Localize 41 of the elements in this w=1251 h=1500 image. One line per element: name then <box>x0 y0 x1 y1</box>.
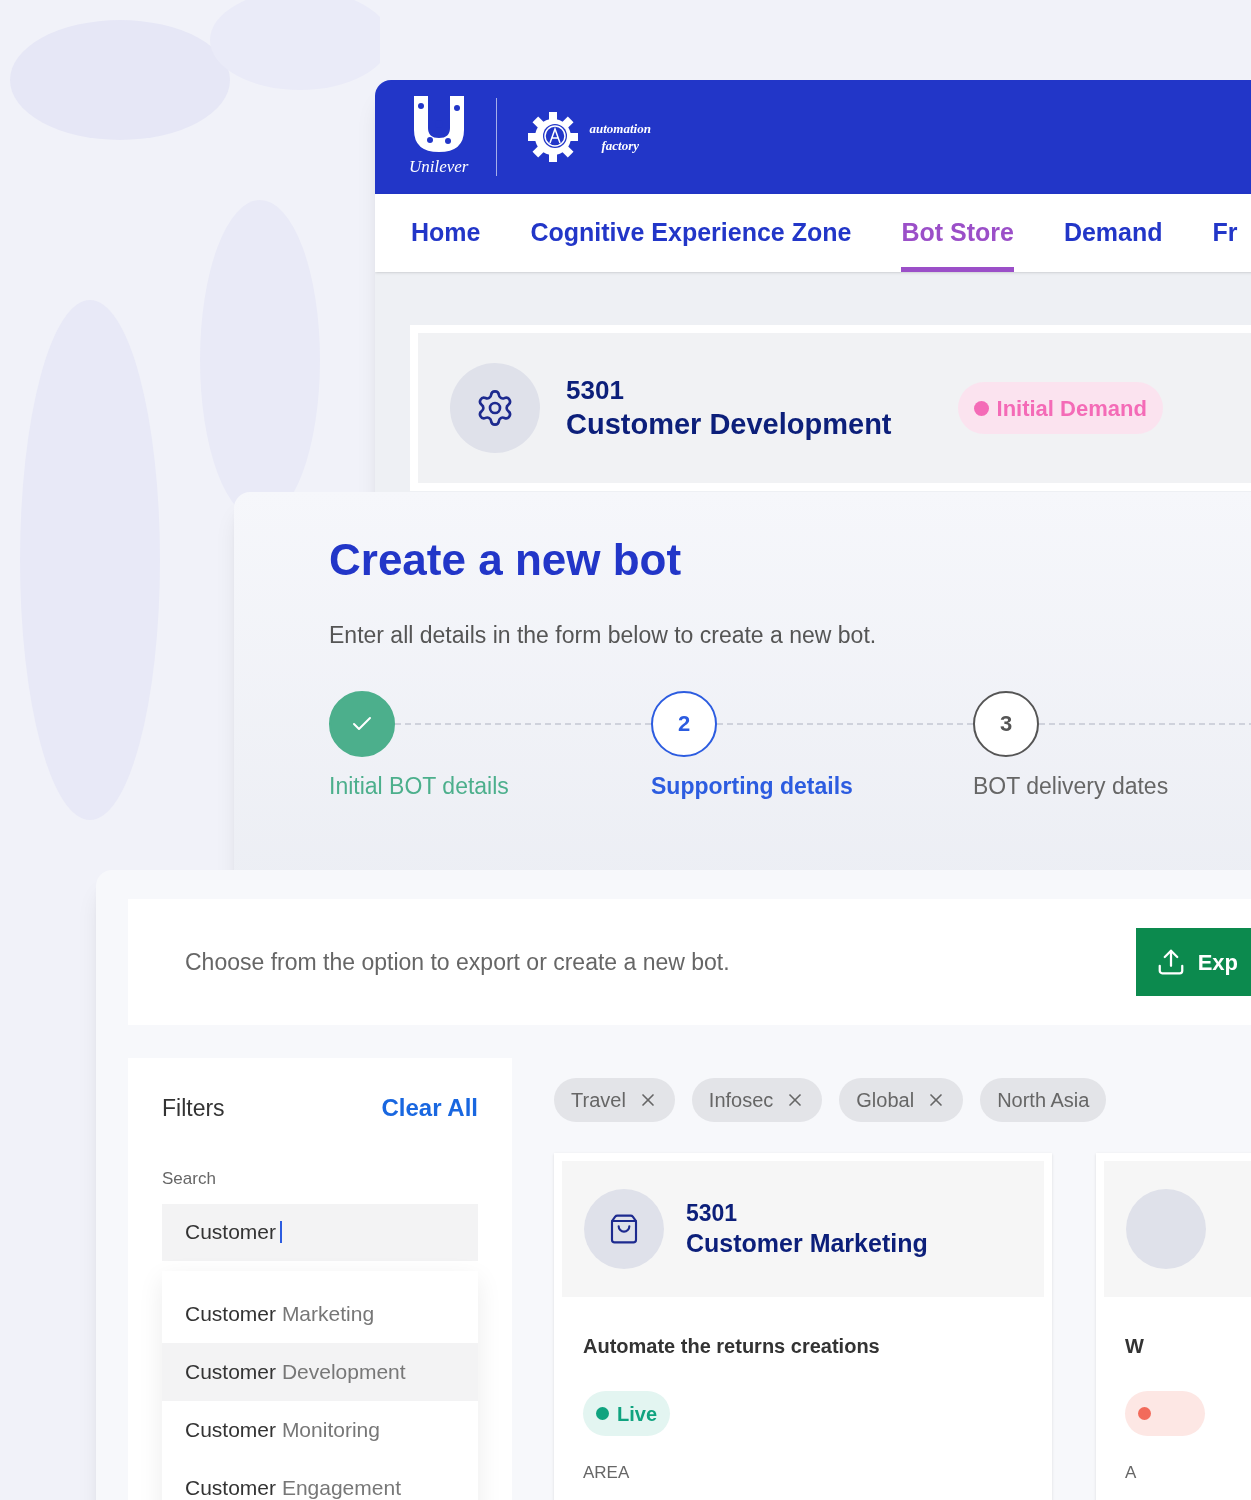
filter-chip[interactable]: Global <box>839 1078 964 1122</box>
search-value: Customer <box>185 1219 277 1246</box>
bot-number: 5301 <box>686 1199 739 1228</box>
clear-all-link[interactable]: Clear All <box>381 1090 478 1126</box>
field-label: AREA <box>583 1462 631 1484</box>
export-hint: Choose from the option to export or create a new bot. <box>185 947 731 977</box>
step-number: 3 <box>999 710 1013 738</box>
field-label: A <box>1125 1462 1138 1484</box>
brand-name: Unilever <box>409 156 469 179</box>
step-label: BOT delivery dates <box>973 771 1170 801</box>
bot-name: Customer Marketing <box>686 1227 928 1259</box>
step-label: Initial BOT details <box>329 771 510 801</box>
suggestion-item[interactable]: Customer Monitoring <box>162 1400 478 1459</box>
nav-tab[interactable]: Fr <box>1212 194 1238 272</box>
nav-tab[interactable]: Cognitive Experience Zone <box>530 194 852 272</box>
page-title: Create a new bot <box>329 538 683 582</box>
demand-number: 5301 <box>566 373 625 407</box>
status-text: Initial Demand <box>996 394 1147 423</box>
status-text: Live <box>617 1401 658 1427</box>
suggestion-item[interactable]: Customer Marketing <box>162 1284 478 1343</box>
filter-chip[interactable]: Travel <box>554 1078 675 1122</box>
nav-tab[interactable]: Home <box>411 194 481 272</box>
filter-chip[interactable]: North Asia <box>980 1078 1107 1122</box>
suggestion-item[interactable]: Customer Development <box>162 1342 478 1401</box>
nav-tab[interactable]: Demand <box>1063 194 1163 272</box>
step-number: 2 <box>677 710 691 738</box>
bot-description: Automate the returns creations <box>583 1334 881 1359</box>
filters-title: Filters <box>162 1093 225 1123</box>
page-subtitle: Enter all details in the form below to create a new bot. <box>329 621 878 650</box>
export-button[interactable]: Exp <box>1135 928 1251 996</box>
demand-name: Customer Development <box>566 407 892 443</box>
search-field[interactable]: Customer <box>162 1203 478 1261</box>
shopping-bag-icon <box>608 1213 640 1245</box>
product-name: factory <box>601 137 641 154</box>
step-label: Supporting details <box>651 771 854 801</box>
suggestion-item[interactable]: Customer Engagement <box>162 1458 478 1500</box>
search-label: Search <box>162 1168 217 1190</box>
filter-chip[interactable]: Infosec <box>691 1078 823 1122</box>
nav-tab[interactable]: Bot Store <box>901 194 1014 272</box>
bot-description: W <box>1125 1334 1145 1359</box>
product-name: automation <box>589 120 651 137</box>
